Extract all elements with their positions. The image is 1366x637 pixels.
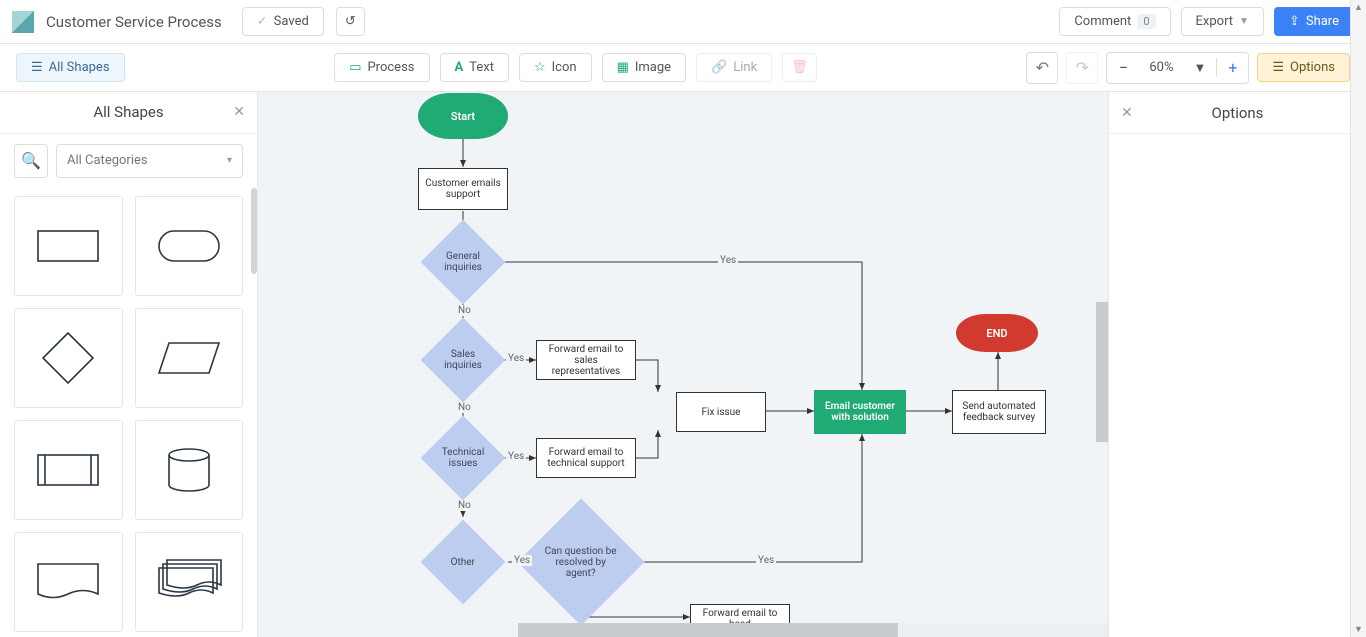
node-general-inquiries[interactable]: General inquiries bbox=[421, 220, 506, 305]
close-icon: ✕ bbox=[233, 104, 245, 120]
shape-rounded[interactable] bbox=[135, 196, 244, 296]
node-end[interactable]: END bbox=[956, 314, 1038, 352]
trash-icon: 🗑 bbox=[791, 60, 808, 75]
main-area: All Shapes ✕ 🔍 All Categories ▾ bbox=[0, 92, 1366, 637]
shape-parallelogram[interactable] bbox=[135, 308, 244, 408]
history-icon: ↺ bbox=[345, 14, 356, 29]
edge-label: Yes bbox=[512, 555, 532, 566]
shape-rectangle[interactable] bbox=[14, 196, 123, 296]
redo-icon: ↷ bbox=[1076, 58, 1089, 77]
history-button[interactable]: ↺ bbox=[336, 7, 365, 36]
zoom-in-button[interactable]: + bbox=[1216, 58, 1248, 77]
process-icon: ▭ bbox=[349, 60, 361, 75]
close-options-panel[interactable]: ✕ bbox=[1121, 105, 1133, 121]
header-bar: Customer Service Process ✓ Saved ↺ Commen… bbox=[0, 0, 1366, 44]
document-title: Customer Service Process bbox=[46, 13, 222, 31]
link-icon: 🔗 bbox=[711, 60, 727, 75]
edge-label: Yes bbox=[506, 451, 526, 462]
zoom-control: − 60%▼ + bbox=[1106, 52, 1249, 84]
menu-icon: ☰ bbox=[31, 60, 43, 75]
image-label: Image bbox=[635, 60, 671, 75]
toolbar: ☰All Shapes ▭Process AText ☆Icon ▦Image … bbox=[0, 44, 1366, 92]
insert-link-button[interactable]: 🔗 Link bbox=[696, 53, 772, 82]
close-shapes-panel[interactable]: ✕ bbox=[233, 104, 245, 120]
insert-image-button[interactable]: ▦ Image bbox=[602, 53, 687, 82]
share-icon: ⇪ bbox=[1289, 14, 1300, 29]
shapes-grid bbox=[0, 188, 257, 637]
close-icon: ✕ bbox=[1121, 105, 1133, 121]
delete-button[interactable]: 🗑 bbox=[782, 53, 817, 82]
zoom-level[interactable]: 60% bbox=[1139, 60, 1183, 75]
node-forward-sales[interactable]: Forward email to sales representatives bbox=[536, 340, 636, 380]
canvas-vertical-scrollbar[interactable] bbox=[1094, 92, 1108, 623]
shape-multidoc[interactable] bbox=[135, 532, 244, 632]
node-resolved-by-agent[interactable]: Can question be resolved by agent? bbox=[517, 498, 644, 625]
category-label: All Categories bbox=[67, 153, 148, 168]
node-fix-issue[interactable]: Fix issue bbox=[676, 392, 766, 432]
process-label: Process bbox=[367, 60, 414, 75]
link-label: Link bbox=[733, 60, 757, 75]
options-button[interactable]: ☰ Options bbox=[1257, 53, 1350, 82]
comment-button[interactable]: Comment 0 bbox=[1059, 7, 1170, 36]
canvas-horizontal-thumb[interactable] bbox=[518, 623, 898, 637]
node-forward-tech[interactable]: Forward email to technical support bbox=[536, 438, 636, 478]
export-label: Export bbox=[1196, 14, 1234, 29]
undo-button[interactable]: ↶ bbox=[1026, 52, 1058, 84]
all-shapes-label: All Shapes bbox=[49, 60, 110, 75]
panel-scrollbar[interactable] bbox=[251, 188, 257, 274]
node-technical-issues[interactable]: Technical issues bbox=[421, 416, 506, 501]
redo-button[interactable]: ↷ bbox=[1066, 52, 1098, 84]
saved-status-button[interactable]: ✓ Saved bbox=[242, 7, 324, 36]
options-label: Options bbox=[1290, 60, 1335, 75]
shapes-panel-title: All Shapes bbox=[93, 103, 163, 121]
shape-document[interactable] bbox=[14, 532, 123, 632]
node-sales-inquiries[interactable]: Sales inquiries bbox=[421, 318, 506, 403]
sliders-icon: ☰ bbox=[1272, 60, 1284, 75]
node-send-survey[interactable]: Send automated feedback survey bbox=[952, 390, 1046, 434]
icon-label: Icon bbox=[552, 60, 577, 75]
saved-label: Saved bbox=[274, 14, 309, 29]
canvas[interactable]: Start Customer emails support General in… bbox=[258, 92, 1108, 637]
comment-count-badge: 0 bbox=[1137, 14, 1155, 29]
text-icon: A bbox=[455, 60, 464, 75]
options-panel: ✕ Options bbox=[1108, 92, 1366, 637]
insert-process-button[interactable]: ▭ Process bbox=[334, 53, 429, 82]
text-label: Text bbox=[469, 60, 494, 75]
share-button[interactable]: ⇪ Share bbox=[1274, 7, 1354, 36]
insert-icon-button[interactable]: ☆ Icon bbox=[519, 53, 592, 82]
shapes-panel: All Shapes ✕ 🔍 All Categories ▾ bbox=[0, 92, 258, 637]
check-icon: ✓ bbox=[257, 14, 268, 29]
image-icon: ▦ bbox=[617, 60, 629, 75]
node-start[interactable]: Start bbox=[418, 93, 508, 139]
shape-diamond[interactable] bbox=[14, 308, 123, 408]
zoom-out-button[interactable]: − bbox=[1107, 58, 1139, 77]
share-label: Share bbox=[1306, 14, 1339, 29]
edge-label: No bbox=[456, 402, 473, 413]
star-icon: ☆ bbox=[534, 60, 546, 75]
node-customer-emails[interactable]: Customer emails support bbox=[418, 168, 508, 210]
shape-predefined[interactable] bbox=[14, 420, 123, 520]
comment-label: Comment bbox=[1074, 14, 1131, 29]
undo-icon: ↶ bbox=[1036, 58, 1049, 77]
export-button[interactable]: Export ▼ bbox=[1181, 7, 1264, 36]
node-other[interactable]: Other bbox=[421, 520, 506, 605]
insert-text-button[interactable]: A Text bbox=[440, 53, 509, 82]
edge-label: No bbox=[456, 500, 473, 511]
edge-label: No bbox=[456, 305, 473, 316]
category-select[interactable]: All Categories ▾ bbox=[56, 144, 243, 178]
chevron-down-icon: ▼ bbox=[1239, 16, 1249, 27]
node-email-solution[interactable]: Email customer with solution bbox=[814, 390, 906, 434]
edge-label: Yes bbox=[718, 255, 738, 266]
app-logo bbox=[12, 11, 34, 33]
search-icon: 🔍 bbox=[21, 151, 41, 170]
shape-database[interactable] bbox=[135, 420, 244, 520]
chevron-down-icon: ▾ bbox=[227, 155, 232, 166]
options-panel-title: Options bbox=[1212, 104, 1264, 122]
edge-label: Yes bbox=[506, 353, 526, 364]
all-shapes-button[interactable]: ☰ All Shapes bbox=[16, 53, 125, 82]
chevron-down-icon: ▼ bbox=[1183, 60, 1216, 76]
edge-label: Yes bbox=[756, 555, 776, 566]
page-scrollbar[interactable] bbox=[1350, 0, 1366, 637]
shape-search-button[interactable]: 🔍 bbox=[14, 144, 48, 178]
